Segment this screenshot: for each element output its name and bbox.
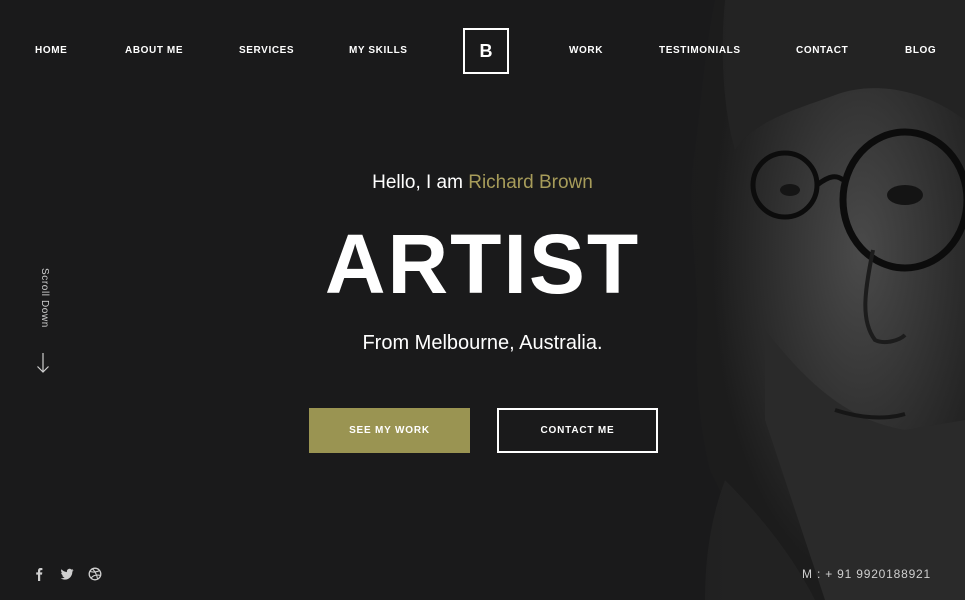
hero-location: From Melbourne, Australia. bbox=[362, 332, 603, 354]
social-links bbox=[32, 566, 102, 582]
nav-item-home[interactable]: HOME bbox=[35, 45, 67, 56]
nav-item-work[interactable]: WORK bbox=[569, 45, 603, 56]
main-navigation: HOME ABOUT ME SERVICES MY SKILLS B WORK … bbox=[0, 0, 965, 100]
hero-section: HOME ABOUT ME SERVICES MY SKILLS B WORK … bbox=[0, 0, 965, 600]
see-my-work-button[interactable]: SEE MY WORK bbox=[309, 408, 470, 453]
phone-number: M : + 91 9920188921 bbox=[802, 567, 931, 581]
greeting-name: Richard Brown bbox=[468, 172, 593, 193]
contact-me-button[interactable]: CONTACT ME bbox=[497, 408, 658, 453]
scroll-down-label: Scroll Down bbox=[39, 268, 50, 328]
arrow-down-icon bbox=[37, 353, 49, 373]
nav-item-blog[interactable]: BLOG bbox=[905, 45, 936, 56]
nav-item-contact[interactable]: CONTACT bbox=[796, 45, 848, 56]
hero-greeting: Hello, I am Richard Brown bbox=[0, 172, 965, 194]
site-logo[interactable]: B bbox=[463, 28, 509, 74]
dribbble-icon[interactable] bbox=[88, 567, 102, 581]
twitter-icon[interactable] bbox=[60, 567, 74, 581]
hero-headline: ARTIST bbox=[324, 217, 641, 311]
nav-item-testimonials[interactable]: TESTIMONIALS bbox=[659, 45, 741, 56]
scroll-down-indicator[interactable]: Scroll Down bbox=[28, 268, 58, 378]
nav-item-services[interactable]: SERVICES bbox=[239, 45, 294, 56]
greeting-prefix: Hello, I am bbox=[372, 172, 469, 193]
nav-item-about-me[interactable]: ABOUT ME bbox=[125, 45, 183, 56]
facebook-icon[interactable] bbox=[32, 567, 46, 581]
nav-item-my-skills[interactable]: MY SKILLS bbox=[349, 45, 408, 56]
